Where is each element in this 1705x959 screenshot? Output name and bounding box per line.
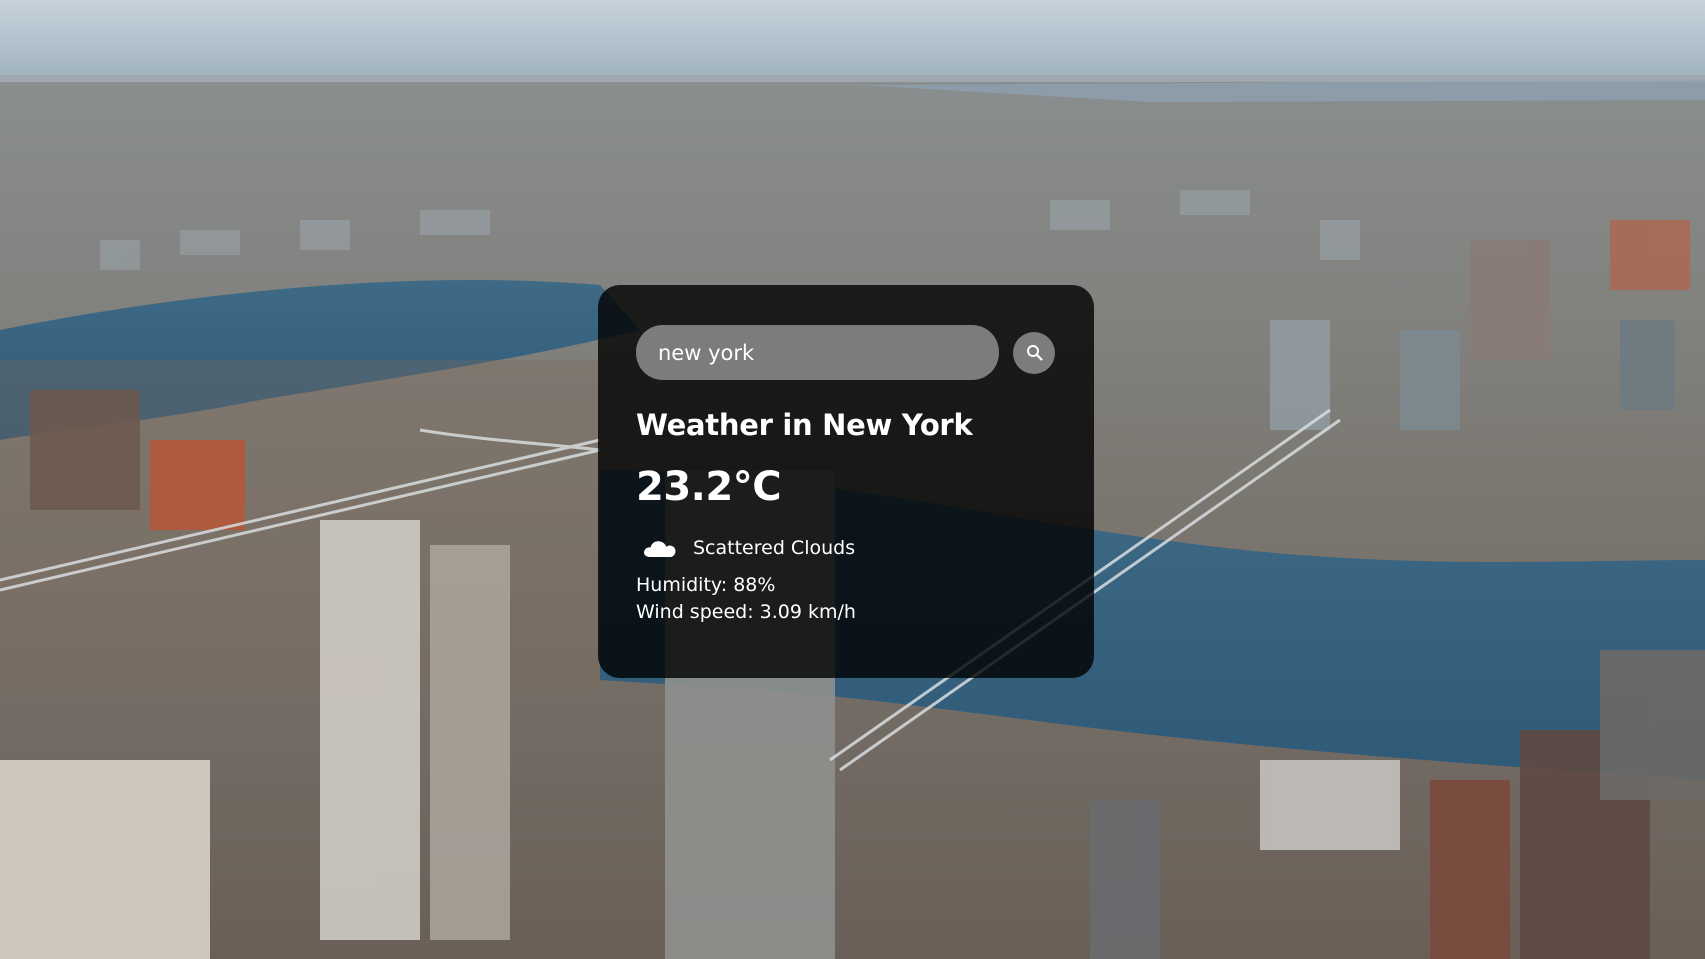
weather-card: Weather in New York 23.2°C Scattered Clo… [598, 285, 1094, 678]
wind-speed-reading: Wind speed: 3.09 km/h [636, 601, 856, 623]
temperature-reading: 23.2°C [636, 464, 782, 510]
condition-label: Scattered Clouds [693, 537, 856, 559]
search-button[interactable] [1013, 331, 1055, 374]
search-icon [1026, 345, 1043, 361]
weather-condition: Scattered Clouds [636, 528, 1056, 568]
city-title: Weather in New York [636, 408, 973, 442]
search-bar [636, 325, 1056, 380]
cloud-icon [644, 541, 676, 557]
search-input[interactable] [636, 325, 999, 380]
humidity-reading: Humidity: 88% [636, 574, 776, 596]
